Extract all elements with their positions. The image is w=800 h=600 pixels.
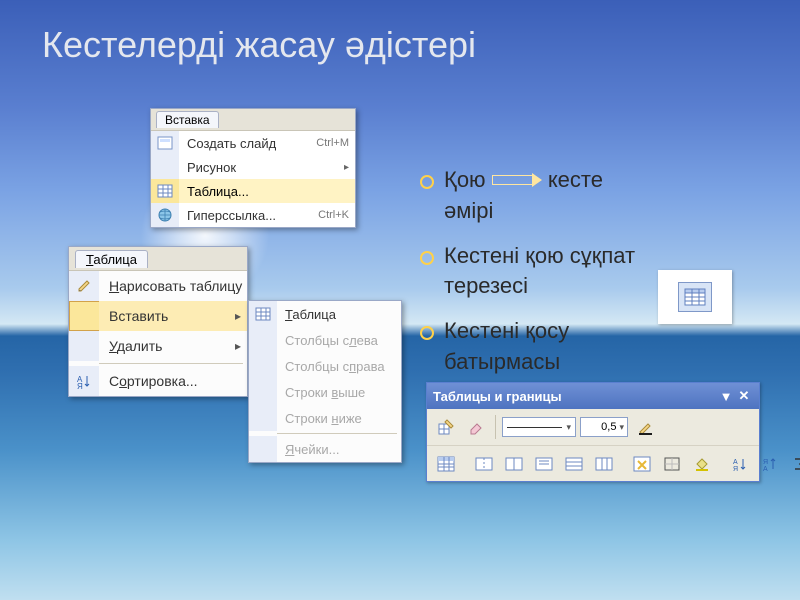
submenu-item-label: Столбцы слева: [277, 333, 401, 348]
svg-text:А: А: [733, 459, 738, 466]
insert-table-button[interactable]: [433, 451, 459, 477]
menu-item-picture[interactable]: Рисунок: [151, 155, 355, 179]
toolbar-options-icon[interactable]: ▼: [717, 389, 735, 404]
split-cells-button[interactable]: [501, 451, 527, 477]
sort-desc-button[interactable]: ЯА: [757, 451, 783, 477]
line-width-value: 0,5: [601, 421, 616, 433]
blank-icon: [69, 331, 99, 361]
submenu-item-label: Таблица: [277, 307, 401, 322]
hyperlink-icon: [151, 203, 179, 227]
toolbar-row-1: ▾ 0,5▾: [427, 409, 759, 445]
submenu-item-cols-right: Столбцы справа: [249, 353, 401, 379]
submenu-item-label: Столбцы справа: [277, 359, 401, 374]
submenu-item-table[interactable]: Таблица: [249, 301, 401, 327]
menu-item-delete[interactable]: Удалить: [69, 331, 247, 361]
menu-item-label: Удалить: [99, 338, 235, 354]
border-button[interactable]: [659, 451, 685, 477]
menu-item-label: Нарисовать таблицу: [99, 278, 247, 294]
menu-item-draw-table[interactable]: Нарисовать таблицу: [69, 271, 247, 301]
table-icon: [151, 179, 179, 203]
blank-icon: [249, 379, 277, 405]
table-grid-icon: [684, 288, 706, 306]
eraser-button[interactable]: [463, 414, 489, 440]
bullet-item: Кестені қосу батырмасы: [420, 316, 650, 378]
menu-item-insert[interactable]: Вставить: [69, 301, 247, 331]
insert-submenu: Таблица Столбцы слева Столбцы справа Стр…: [248, 300, 402, 463]
bullet-item: Кестені қою сұқпат терезесі: [420, 241, 650, 303]
align-button[interactable]: [531, 451, 557, 477]
draw-table-button[interactable]: [433, 414, 459, 440]
fill-color-button[interactable]: [689, 451, 715, 477]
submenu-item-label: Строки выше: [277, 385, 401, 400]
table-menu-tab-label: Таблица: [75, 250, 148, 268]
menu-item-shortcut: Ctrl+M: [316, 137, 349, 149]
sort-icon: АЯ: [69, 366, 99, 396]
blank-icon: [249, 405, 277, 431]
merge-cells-button[interactable]: [471, 451, 497, 477]
pencil-icon: [69, 271, 99, 301]
toolbar-separator: [495, 415, 496, 439]
table-icon: [249, 301, 277, 327]
insert-table-button[interactable]: [678, 282, 712, 312]
distribute-cols-button[interactable]: [591, 451, 617, 477]
bullet-item: Қою кесте әмірі: [420, 165, 650, 227]
line-style-select[interactable]: ▾: [502, 417, 576, 437]
submenu-item-label: Строки ниже: [277, 411, 401, 426]
close-icon[interactable]: ✕: [735, 388, 753, 404]
svg-text:А: А: [763, 466, 768, 472]
table-menu: Таблица Нарисовать таблицу Вставить Удал…: [68, 246, 248, 397]
autoformat-button[interactable]: [629, 451, 655, 477]
menu-item-shortcut: Ctrl+K: [318, 209, 349, 221]
toolbar-title: Таблицы и границы: [433, 389, 717, 404]
menu-item-label: Создать слайд: [179, 136, 316, 151]
blank-icon: [249, 327, 277, 353]
submenu-item-cols-left: Столбцы слева: [249, 327, 401, 353]
blank-icon: [151, 155, 179, 179]
menu-separator: [99, 363, 243, 364]
menu-item-label: Таблица...: [179, 184, 349, 199]
menu-item-label: Вставить: [99, 308, 235, 324]
menu-item-label: Сортировка...: [99, 373, 247, 389]
submenu-item-label: Ячейки...: [277, 442, 401, 457]
svg-text:Я: Я: [77, 382, 83, 389]
autosum-button[interactable]: [787, 451, 800, 477]
sort-asc-button[interactable]: АЯ: [727, 451, 753, 477]
submenu-item-cells: Ячейки...: [249, 436, 401, 462]
menu-item-new-slide[interactable]: Создать слайд Ctrl+M: [151, 131, 355, 155]
submenu-separator: [277, 433, 397, 434]
insert-menu: Вставка Создать слайд Ctrl+M Рисунок Таб…: [150, 108, 356, 228]
table-menu-header[interactable]: Таблица: [69, 247, 247, 271]
page-title: Кестелерді жасау әдістері: [42, 24, 476, 66]
line-width-select[interactable]: 0,5▾: [580, 417, 628, 437]
bullet-list: Қою кесте әмірі Кестені қою сұқпат терез…: [420, 165, 650, 392]
menu-item-label: Гиперссылка...: [179, 208, 318, 223]
tables-borders-toolbar: Таблицы и границы ▼ ✕ ▾ 0,5▾: [426, 382, 760, 482]
table-button-card: [658, 270, 732, 324]
new-slide-icon: [151, 131, 179, 155]
toolbar-row-2: АЯ ЯА: [427, 445, 759, 481]
arrow-icon: [492, 175, 542, 185]
insert-menu-tab-label: Вставка: [156, 111, 219, 128]
blank-icon: [69, 301, 99, 331]
bullet-text: Қою: [444, 167, 486, 192]
menu-item-sort[interactable]: АЯ Сортировка...: [69, 366, 247, 396]
menu-item-table[interactable]: Таблица...: [151, 179, 355, 203]
blank-icon: [249, 353, 277, 379]
insert-menu-header[interactable]: Вставка: [151, 109, 355, 131]
toolbar-titlebar[interactable]: Таблицы и границы ▼ ✕: [427, 383, 759, 409]
submenu-item-rows-above: Строки выше: [249, 379, 401, 405]
distribute-rows-button[interactable]: [561, 451, 587, 477]
menu-item-hyperlink[interactable]: Гиперссылка... Ctrl+K: [151, 203, 355, 227]
menu-item-label: Рисунок: [179, 160, 340, 175]
submenu-item-rows-below: Строки ниже: [249, 405, 401, 431]
border-color-button[interactable]: [632, 414, 658, 440]
svg-text:Я: Я: [733, 466, 738, 472]
svg-text:Я: Я: [763, 459, 768, 466]
blank-icon: [249, 436, 277, 462]
